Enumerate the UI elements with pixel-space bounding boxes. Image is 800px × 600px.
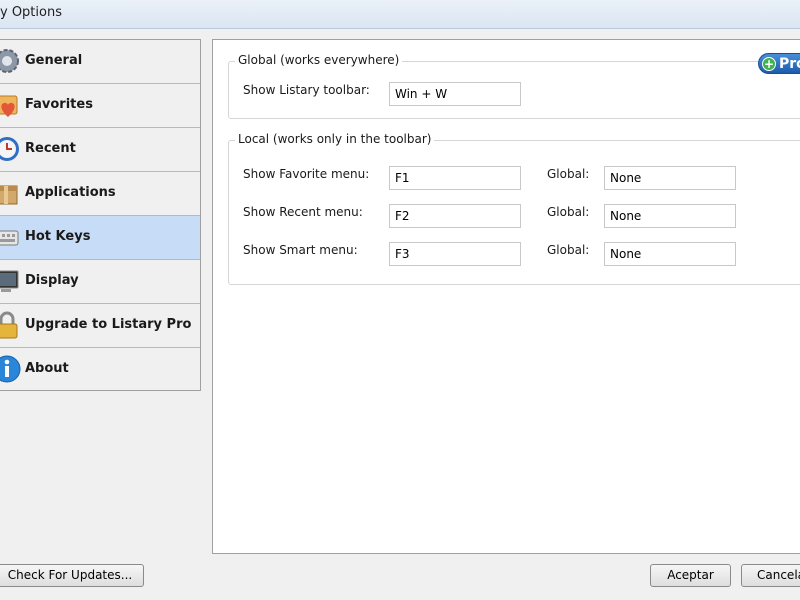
sidebar-item-label: Applications — [25, 185, 116, 200]
ok-button[interactable]: Aceptar — [650, 564, 731, 587]
sidebar-nav: General Favorites Recent Applications Ho… — [0, 39, 201, 391]
recent-menu-label: Show Recent menu: — [243, 205, 363, 219]
smart-global-input[interactable] — [604, 242, 736, 266]
gear-icon — [0, 49, 19, 73]
check-updates-button[interactable]: Check For Updates... — [0, 564, 144, 587]
heart-box-icon — [0, 95, 18, 117]
recent-menu-key-input[interactable] — [389, 204, 521, 228]
favorite-menu-key-input[interactable] — [389, 166, 521, 190]
local-group: Local (works only in the toolbar) Show F… — [228, 132, 800, 285]
plus-icon: + — [762, 56, 776, 71]
sidebar-item-display[interactable]: Display — [0, 260, 200, 304]
pro-badge-label: Pro — [779, 55, 800, 72]
smart-global-label: Global: — [547, 243, 590, 257]
sidebar-item-label: Favorites — [25, 97, 93, 112]
sidebar-item-label: General — [25, 53, 83, 68]
sidebar-item-label: Hot Keys — [25, 229, 91, 244]
toolbar-hotkey-input[interactable] — [389, 82, 521, 106]
sidebar-item-hot-keys[interactable]: Hot Keys — [0, 216, 200, 260]
info-icon — [0, 355, 21, 383]
sidebar-item-label: Recent — [25, 141, 76, 156]
sidebar-item-label: Display — [25, 273, 79, 288]
global-group: Global (works everywhere) Show Listary t… — [228, 53, 800, 119]
monitor-icon — [0, 270, 19, 292]
sidebar-item-label: About — [25, 361, 69, 376]
favorite-menu-label: Show Favorite menu: — [243, 167, 370, 181]
smart-menu-key-input[interactable] — [389, 242, 521, 266]
favorite-global-input[interactable] — [604, 166, 736, 190]
sidebar-item-upgrade[interactable]: Upgrade to Listary Pro — [0, 304, 200, 348]
window-title: y Options — [0, 5, 62, 20]
sidebar-item-recent[interactable]: Recent — [0, 128, 200, 172]
recent-global-input[interactable] — [604, 204, 736, 228]
recent-global-label: Global: — [547, 205, 590, 219]
global-group-title: Global (works everywhere) — [235, 53, 403, 67]
sidebar-item-applications[interactable]: Applications — [0, 172, 200, 216]
smart-menu-label: Show Smart menu: — [243, 243, 358, 257]
sidebar-item-favorites[interactable]: Favorites — [0, 84, 200, 128]
sidebar-item-label: Upgrade to Listary Pro — [25, 317, 192, 332]
box-icon — [0, 185, 18, 205]
toolbar-hotkey-label: Show Listary toolbar: — [243, 83, 370, 97]
cancel-button[interactable]: Cancelar — [741, 564, 800, 587]
lock-icon — [0, 311, 18, 339]
sidebar-item-about[interactable]: About — [0, 348, 200, 391]
settings-panel: Global (works everywhere) Show Listary t… — [212, 39, 800, 554]
keyboard-icon — [0, 230, 19, 246]
pro-badge[interactable]: + Pro — [758, 53, 800, 74]
local-group-title: Local (works only in the toolbar) — [235, 132, 435, 146]
clock-icon — [0, 137, 19, 161]
favorite-global-label: Global: — [547, 167, 590, 181]
title-bar: y Options — [0, 0, 800, 29]
sidebar-item-general[interactable]: General — [0, 40, 200, 84]
